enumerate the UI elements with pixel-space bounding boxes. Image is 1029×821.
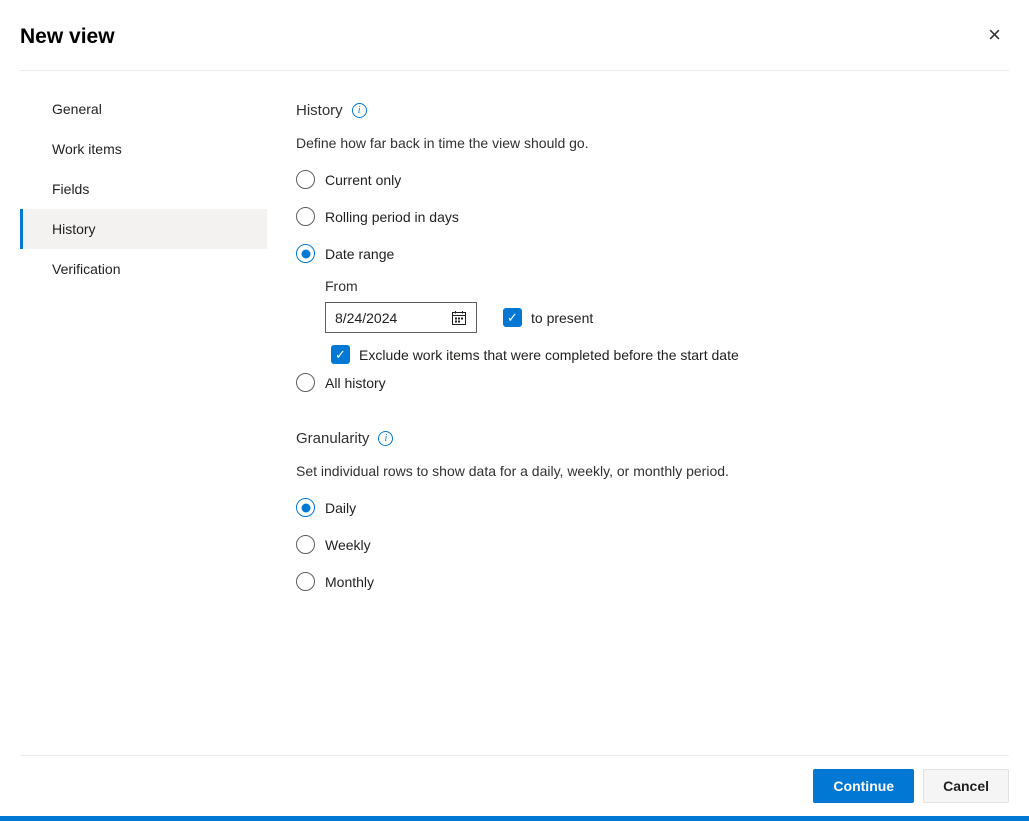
checkbox-label[interactable]: Exclude work items that were completed b… xyxy=(359,347,739,363)
exclude-completed-checkbox-row[interactable]: ✓ Exclude work items that were completed… xyxy=(331,345,1029,364)
sidebar-item-work-items[interactable]: Work items xyxy=(20,129,267,169)
radio-label[interactable]: All history xyxy=(325,375,386,391)
sidebar-item-label: Fields xyxy=(52,181,89,197)
date-field[interactable] xyxy=(325,302,477,333)
radio-date-range[interactable]: Date range xyxy=(296,235,1029,272)
radio-current-only[interactable]: Current only xyxy=(296,161,1029,198)
radio-label[interactable]: Monthly xyxy=(325,574,374,590)
checkbox-label[interactable]: to present xyxy=(531,310,593,326)
radio-button-icon[interactable] xyxy=(296,373,315,392)
sidebar-item-label: Work items xyxy=(52,141,122,157)
granularity-section-title: Granularity xyxy=(296,430,369,447)
page-bottom-edge xyxy=(0,816,1029,821)
radio-button-icon[interactable] xyxy=(296,535,315,554)
checkbox-checked-icon[interactable]: ✓ xyxy=(503,308,522,327)
radio-button-icon[interactable] xyxy=(296,207,315,226)
granularity-section-header: Granularity i xyxy=(296,430,1029,447)
history-section-header: History i xyxy=(296,102,1029,119)
calendar-icon[interactable] xyxy=(451,310,467,326)
radio-monthly[interactable]: Monthly xyxy=(296,563,1029,600)
history-options: Current only Rolling period in days Date… xyxy=(296,161,1029,401)
dialog-header: New view × xyxy=(20,0,1009,71)
sidebar: General Work items Fields History Verifi… xyxy=(20,89,267,600)
granularity-section-description: Set individual rows to show data for a d… xyxy=(296,463,1029,479)
history-section-description: Define how far back in time the view sho… xyxy=(296,135,1029,151)
radio-button-icon[interactable] xyxy=(296,572,315,591)
continue-button[interactable]: Continue xyxy=(813,769,914,803)
sidebar-item-label: Verification xyxy=(52,261,120,277)
to-present-checkbox-row[interactable]: ✓ to present xyxy=(503,308,593,327)
radio-label[interactable]: Date range xyxy=(325,246,394,262)
radio-label[interactable]: Daily xyxy=(325,500,356,516)
radio-daily[interactable]: Daily xyxy=(296,489,1029,526)
history-section-title: History xyxy=(296,102,343,119)
date-input[interactable] xyxy=(335,310,445,326)
sidebar-item-general[interactable]: General xyxy=(20,89,267,129)
sidebar-item-verification[interactable]: Verification xyxy=(20,249,267,289)
sidebar-item-label: General xyxy=(52,101,102,117)
granularity-section: Granularity i Set individual rows to sho… xyxy=(296,430,1029,600)
radio-label[interactable]: Current only xyxy=(325,172,401,188)
from-label: From xyxy=(325,278,1029,294)
radio-weekly[interactable]: Weekly xyxy=(296,526,1029,563)
sidebar-item-history[interactable]: History xyxy=(20,209,267,249)
date-range-block: From xyxy=(325,278,1029,364)
sidebar-item-fields[interactable]: Fields xyxy=(20,169,267,209)
cancel-button[interactable]: Cancel xyxy=(923,769,1009,803)
radio-label[interactable]: Rolling period in days xyxy=(325,209,459,225)
sidebar-item-label: History xyxy=(52,221,96,237)
radio-all-history[interactable]: All history xyxy=(296,364,1029,401)
info-icon[interactable]: i xyxy=(352,103,367,118)
radio-rolling-period[interactable]: Rolling period in days xyxy=(296,198,1029,235)
radio-button-icon[interactable] xyxy=(296,244,315,263)
main-content: History i Define how far back in time th… xyxy=(267,89,1029,600)
radio-button-icon[interactable] xyxy=(296,498,315,517)
dialog-body: General Work items Fields History Verifi… xyxy=(0,71,1029,600)
info-icon[interactable]: i xyxy=(378,431,393,446)
close-icon[interactable]: × xyxy=(980,20,1009,50)
granularity-options: Daily Weekly Monthly xyxy=(296,489,1029,600)
radio-label[interactable]: Weekly xyxy=(325,537,371,553)
page-title: New view xyxy=(20,21,115,49)
date-row: ✓ to present xyxy=(325,302,1029,333)
checkbox-checked-icon[interactable]: ✓ xyxy=(331,345,350,364)
radio-button-icon[interactable] xyxy=(296,170,315,189)
dialog-footer: Continue Cancel xyxy=(20,755,1009,816)
